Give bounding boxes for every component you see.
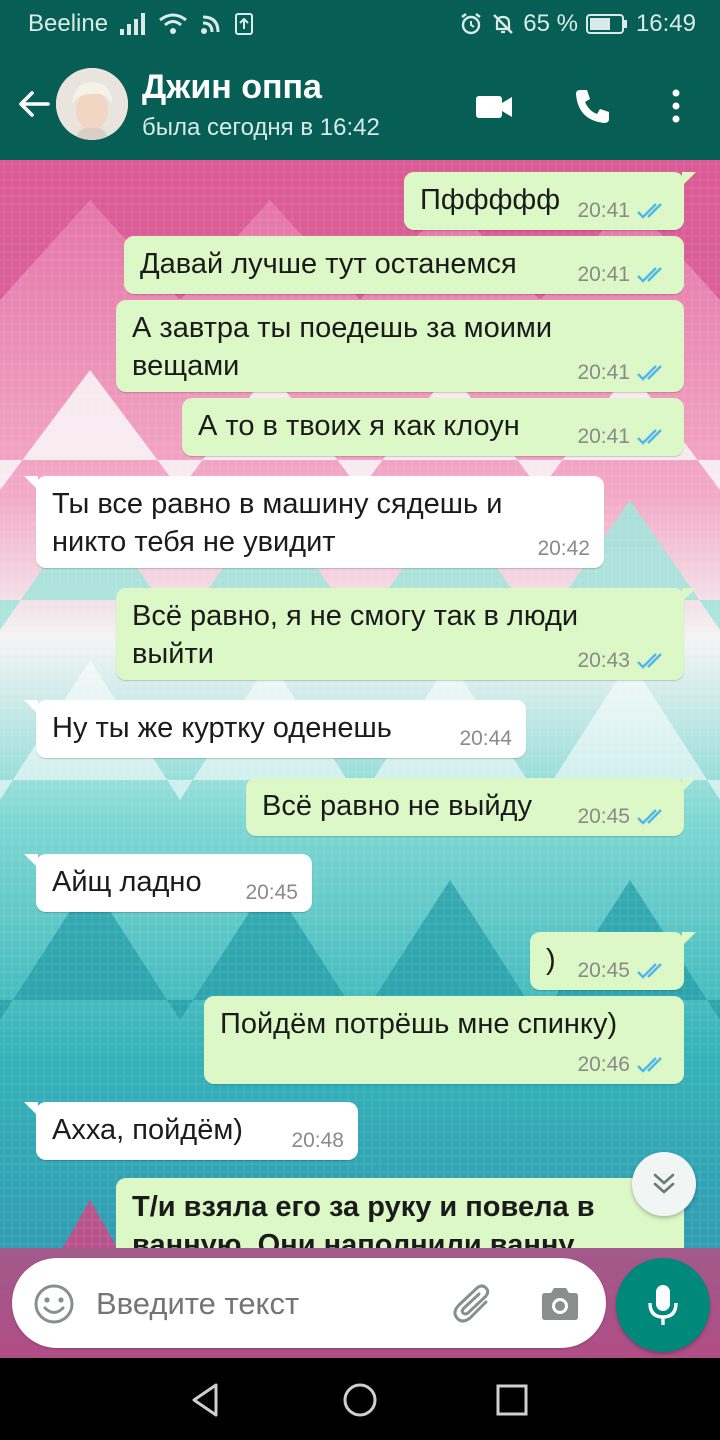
message-text: Айщ ладно [52,866,202,898]
message-time: 20:42 [537,537,590,560]
message-bubble[interactable]: Ну ты же куртку оденешь 20:44 [24,700,526,758]
message-bubble[interactable]: Айщ ладно 20:45 [24,854,312,912]
scroll-to-bottom-button[interactable] [632,1152,696,1216]
read-ticks-icon [637,653,662,669]
message-text: Ты все равно в машину сядешь и никто теб… [52,488,503,558]
message-text: Давай лучше тут останемся [140,248,517,280]
contact-name[interactable]: Джин оппа [142,68,322,107]
message-text: ) [546,944,556,976]
message-bubble[interactable]: Пойдём потрёшь мне спинку) 20:46 [204,996,684,1084]
message-bubble[interactable]: Всё равно не выйду 20:45 [246,778,696,836]
message-text: Ахха, пойдём) [52,1114,243,1146]
read-ticks-icon [637,365,662,381]
emoji-icon[interactable] [32,1282,76,1326]
read-ticks-icon [637,203,662,219]
contact-avatar[interactable] [56,68,128,140]
battery-icon [585,14,627,34]
message-bubble[interactable]: Пффффф 20:41 [404,172,696,230]
message-text: Ну ты же куртку оденешь [52,712,392,744]
more-options-icon[interactable] [654,84,698,128]
message-text: Всё равно не выйду [262,790,532,822]
message-time: 20:43 [577,649,630,672]
message-time: 20:48 [291,1129,344,1152]
nav-back-icon[interactable] [186,1380,226,1420]
message-text: Пффффф [420,184,561,216]
read-ticks-icon [637,809,662,825]
message-time: 20:45 [245,881,298,904]
double-chevron-down-icon [653,1173,675,1194]
message-composer [12,1258,606,1348]
message-time: 20:41 [577,263,630,286]
message-bubble[interactable]: ) 20:45 [530,932,696,990]
message-text: Всё равно, я не смогу так в люди выйти [132,600,579,670]
chat-area[interactable]: Пффффф 20:41 Давай лучше тут останемся 2… [0,160,720,1358]
battery-percent: 65 % [523,10,578,37]
status-bar: Beeline 65 % 16:49 [0,0,720,48]
message-bubble[interactable]: А завтра ты поедешь за моими вещами 20:4… [116,300,684,392]
microphone-icon [648,1285,678,1325]
message-text: А то в твоих я как клоун [198,410,520,442]
voice-call-icon[interactable] [570,84,614,128]
read-ticks-icon [637,963,662,979]
mute-notifications-icon [493,14,514,34]
back-arrow-icon[interactable] [14,84,54,124]
read-ticks-icon [637,1057,662,1073]
video-call-icon[interactable] [472,84,516,128]
chat-header: Джин оппа была сегодня в 16:42 [0,48,720,160]
read-ticks-icon [637,429,662,445]
wifi-icon [159,13,187,34]
message-text: Пойдём потрёшь мне спинку) [220,1008,618,1040]
clock: 16:49 [635,10,696,37]
upload-icon [235,13,254,35]
voice-message-button[interactable] [616,1258,710,1352]
message-time: 20:41 [577,199,630,222]
carrier-label: Beeline [28,10,109,37]
nav-recents-icon[interactable] [492,1380,532,1420]
message-bubble[interactable]: Ахха, пойдём) 20:48 [24,1102,358,1160]
read-ticks-icon [637,267,662,283]
nav-home-icon[interactable] [340,1380,380,1420]
message-time: 20:41 [577,425,630,448]
last-seen-status: была сегодня в 16:42 [142,114,380,141]
message-bubble[interactable]: Давай лучше тут останемся 20:41 [124,236,684,294]
message-bubble[interactable]: Всё равно, я не смогу так в люди выйти 2… [116,588,696,680]
data-icon [201,15,220,34]
signal-icon [120,13,146,35]
message-time: 20:44 [459,727,512,750]
message-time: 20:41 [577,361,630,384]
message-input[interactable] [96,1284,426,1324]
message-text: А завтра ты поедешь за моими вещами [132,312,553,382]
alarm-icon [461,13,481,35]
message-bubble[interactable]: А то в твоих я как клоун 20:41 [182,398,684,456]
message-bubble[interactable]: Ты все равно в машину сядешь и никто теб… [24,476,604,568]
paperclip-icon[interactable] [450,1280,496,1326]
message-time: 20:46 [577,1053,630,1076]
system-navigation-bar [0,1358,720,1440]
message-time: 20:45 [577,805,630,828]
camera-icon[interactable] [538,1282,582,1326]
message-time: 20:45 [577,959,630,982]
